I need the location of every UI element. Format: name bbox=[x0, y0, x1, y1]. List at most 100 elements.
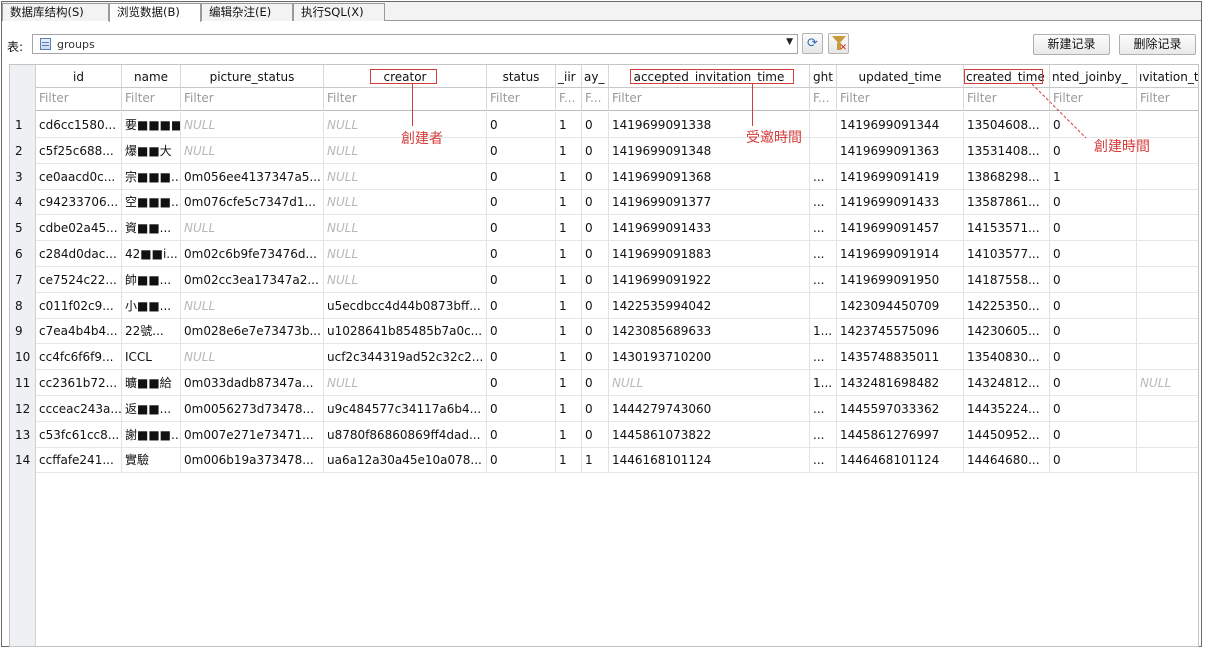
table-cell-id[interactable]: c284d0dac... bbox=[36, 241, 122, 267]
table-cell-status[interactable]: 0 bbox=[487, 422, 556, 448]
table-cell-ay[interactable]: 0 bbox=[582, 138, 609, 164]
table-cell-status[interactable]: 0 bbox=[487, 293, 556, 319]
table-cell-iir[interactable]: 1 bbox=[556, 267, 582, 293]
filter-input-iir[interactable]: F... bbox=[556, 88, 582, 111]
table-cell-updated-time[interactable]: 1435748835011 bbox=[837, 344, 964, 370]
table-cell-picture-status[interactable]: NULL bbox=[181, 112, 324, 138]
table-cell-invitation-t[interactable]: NULL bbox=[1137, 370, 1198, 396]
row-number[interactable]: 12 bbox=[10, 396, 36, 422]
table-cell-invitation-t[interactable] bbox=[1137, 164, 1198, 190]
table-cell-ay[interactable]: 0 bbox=[582, 293, 609, 319]
table-cell-status[interactable]: 0 bbox=[487, 344, 556, 370]
table-cell-iir[interactable]: 1 bbox=[556, 370, 582, 396]
table-cell-nted-joinby[interactable]: 0 bbox=[1050, 215, 1137, 241]
table-cell-name[interactable]: 要■■■■ bbox=[122, 112, 181, 138]
table-cell-nted-joinby[interactable]: 1 bbox=[1050, 164, 1137, 190]
clear-filters-button[interactable]: ✕ bbox=[828, 33, 849, 54]
table-cell-nted-joinby[interactable]: 0 bbox=[1050, 370, 1137, 396]
table-cell-picture-status[interactable]: 0m02c6b9fe73476d... bbox=[181, 241, 324, 267]
table-cell-accepted-invitation-time[interactable]: 1446168101124 bbox=[609, 447, 810, 473]
table-cell-creator[interactable]: NULL bbox=[324, 267, 487, 293]
table-cell-accepted-invitation-time[interactable]: 1445861073822 bbox=[609, 422, 810, 448]
column-header-ght[interactable]: ght bbox=[810, 65, 837, 88]
table-cell-created-time[interactable]: 14435224... bbox=[964, 396, 1050, 422]
table-cell-created-time[interactable]: 14450952... bbox=[964, 422, 1050, 448]
table-cell-nted-joinby[interactable]: 0 bbox=[1050, 241, 1137, 267]
table-cell-creator[interactable]: NULL bbox=[324, 370, 487, 396]
filter-input-creator[interactable]: Filter bbox=[324, 88, 487, 111]
table-cell-status[interactable]: 0 bbox=[487, 267, 556, 293]
table-cell-id[interactable]: c94233706... bbox=[36, 189, 122, 215]
column-header-updated-time[interactable]: updated_time bbox=[837, 65, 964, 88]
table-cell-nted-joinby[interactable]: 0 bbox=[1050, 293, 1137, 319]
tab-edit-pragmas[interactable]: 编辑杂注(E) bbox=[201, 3, 293, 21]
table-cell-id[interactable]: ccffafe241... bbox=[36, 447, 122, 473]
row-number[interactable]: 9 bbox=[10, 318, 36, 344]
table-cell-ay[interactable]: 0 bbox=[582, 318, 609, 344]
table-cell-updated-time[interactable]: 1419699091363 bbox=[837, 138, 964, 164]
table-cell-accepted-invitation-time[interactable]: 1419699091433 bbox=[609, 215, 810, 241]
column-header-status[interactable]: status bbox=[487, 65, 556, 88]
dropdown-arrow-icon[interactable]: ▼ bbox=[786, 37, 793, 47]
table-cell-creator[interactable]: ua6a12a30a45e10a078... bbox=[324, 447, 487, 473]
table-cell-iir[interactable]: 1 bbox=[556, 422, 582, 448]
tab-database-structure[interactable]: 数据库结构(S) bbox=[2, 3, 109, 21]
table-cell-invitation-t[interactable] bbox=[1137, 344, 1198, 370]
row-number[interactable]: 8 bbox=[10, 293, 36, 319]
filter-input-accepted-invitation-time[interactable]: Filter bbox=[609, 88, 810, 111]
table-cell-ay[interactable]: 0 bbox=[582, 396, 609, 422]
table-cell-ay[interactable]: 1 bbox=[582, 447, 609, 473]
table-cell-ght[interactable]: ... bbox=[810, 422, 837, 448]
row-number[interactable]: 3 bbox=[10, 164, 36, 190]
table-cell-status[interactable]: 0 bbox=[487, 370, 556, 396]
table-cell-updated-time[interactable]: 1445597033362 bbox=[837, 396, 964, 422]
table-cell-status[interactable]: 0 bbox=[487, 396, 556, 422]
column-header-picture-status[interactable]: picture_status bbox=[181, 65, 324, 88]
table-cell-name[interactable]: 42■■i... bbox=[122, 241, 181, 267]
table-cell-updated-time[interactable]: 1445861276997 bbox=[837, 422, 964, 448]
table-cell-picture-status[interactable]: NULL bbox=[181, 344, 324, 370]
row-number[interactable]: 11 bbox=[10, 370, 36, 396]
table-cell-accepted-invitation-time[interactable]: NULL bbox=[609, 370, 810, 396]
table-cell-iir[interactable]: 1 bbox=[556, 447, 582, 473]
table-cell-iir[interactable]: 1 bbox=[556, 241, 582, 267]
table-cell-name[interactable]: ICCL bbox=[122, 344, 181, 370]
table-cell-name[interactable]: 爆■■大 bbox=[122, 138, 181, 164]
table-cell-creator[interactable]: u9c484577c34117a6b4... bbox=[324, 396, 487, 422]
table-cell-ay[interactable]: 0 bbox=[582, 422, 609, 448]
table-cell-accepted-invitation-time[interactable]: 1419699091368 bbox=[609, 164, 810, 190]
table-cell-created-time[interactable]: 14464680... bbox=[964, 447, 1050, 473]
table-cell-status[interactable]: 0 bbox=[487, 215, 556, 241]
table-cell-invitation-t[interactable] bbox=[1137, 293, 1198, 319]
table-cell-accepted-invitation-time[interactable]: 1430193710200 bbox=[609, 344, 810, 370]
table-cell-picture-status[interactable]: NULL bbox=[181, 293, 324, 319]
row-number[interactable]: 7 bbox=[10, 267, 36, 293]
table-cell-updated-time[interactable]: 1419699091457 bbox=[837, 215, 964, 241]
table-cell-ay[interactable]: 0 bbox=[582, 344, 609, 370]
table-cell-ay[interactable]: 0 bbox=[582, 189, 609, 215]
column-header-name[interactable]: name bbox=[122, 65, 181, 88]
column-header-invitation-t[interactable]: ıvitation_t bbox=[1137, 65, 1198, 88]
table-cell-ght[interactable]: ... bbox=[810, 241, 837, 267]
filter-input-updated-time[interactable]: Filter bbox=[837, 88, 964, 111]
table-cell-invitation-t[interactable] bbox=[1137, 422, 1198, 448]
table-cell-name[interactable]: 空■■■... bbox=[122, 189, 181, 215]
table-cell-picture-status[interactable]: 0m02cc3ea17347a2... bbox=[181, 267, 324, 293]
table-cell-picture-status[interactable]: 0m033dadb87347a... bbox=[181, 370, 324, 396]
table-cell-ay[interactable]: 0 bbox=[582, 267, 609, 293]
new-record-button[interactable]: 新建记录 bbox=[1033, 34, 1110, 55]
table-cell-name[interactable]: 謝■■■... bbox=[122, 422, 181, 448]
table-cell-updated-time[interactable]: 1419699091433 bbox=[837, 189, 964, 215]
table-cell-name[interactable]: 22號... bbox=[122, 318, 181, 344]
table-cell-accepted-invitation-time[interactable]: 1419699091922 bbox=[609, 267, 810, 293]
table-cell-accepted-invitation-time[interactable]: 1423085689633 bbox=[609, 318, 810, 344]
table-cell-picture-status[interactable]: NULL bbox=[181, 215, 324, 241]
row-number[interactable]: 4 bbox=[10, 189, 36, 215]
table-cell-iir[interactable]: 1 bbox=[556, 215, 582, 241]
table-cell-status[interactable]: 0 bbox=[487, 447, 556, 473]
table-cell-status[interactable]: 0 bbox=[487, 189, 556, 215]
tab-execute-sql[interactable]: 执行SQL(X) bbox=[293, 3, 385, 21]
table-cell-id[interactable]: c53fc61cc8... bbox=[36, 422, 122, 448]
table-cell-nted-joinby[interactable]: 0 bbox=[1050, 447, 1137, 473]
table-cell-invitation-t[interactable] bbox=[1137, 267, 1198, 293]
